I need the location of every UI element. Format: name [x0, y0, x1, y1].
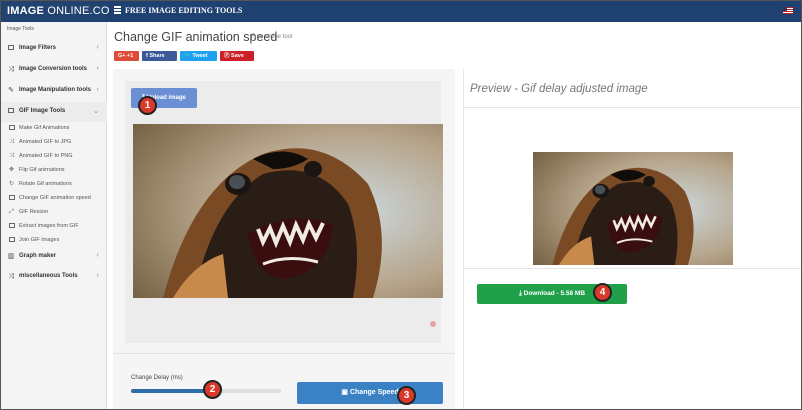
sidebar-subitem-change-speed[interactable]: Change GIF animation speed	[1, 191, 107, 205]
image-icon	[8, 237, 15, 244]
sidebar-item-image-conversion[interactable]: ⤨ Image Conversion tools ‹	[1, 60, 107, 80]
pinterest-label: Save	[231, 53, 244, 59]
upload-panel: ⤒ Upload image	[113, 69, 455, 409]
wrench-icon: ✎	[8, 87, 14, 94]
image-icon	[8, 125, 15, 132]
image-icon	[8, 195, 15, 202]
step-badge-4: 4	[593, 283, 612, 302]
change-speed-button[interactable]: ▣ Change Speed	[297, 382, 443, 404]
sidebar-item-misc-tools[interactable]: ⤨ miscellaneous Tools ‹	[1, 267, 107, 287]
brand-logo[interactable]: IMAGE ONLINE.CO	[1, 1, 110, 22]
tweet-button[interactable]: 🐦 Tweet	[180, 51, 217, 61]
facebook-share-button[interactable]: f Share	[142, 51, 177, 61]
preview-title: Preview - Gif delay adjusted image	[470, 83, 648, 95]
sidebar-item-label: Image Conversion tools	[19, 66, 88, 72]
shuffle-icon: ⤨	[9, 153, 14, 159]
chevron-left-icon: ‹	[96, 65, 99, 72]
tweet-label: Tweet	[192, 53, 208, 59]
pinterest-save-button[interactable]: ⓟ Save	[220, 51, 254, 61]
step-badge-1: 1	[138, 96, 157, 115]
sidebar: Image Tools Image Filters ‹ ⤨ Image Conv…	[1, 22, 107, 409]
download-label: Download - 5.58 MB	[523, 290, 586, 297]
shuffle-icon: ⤨	[8, 273, 14, 280]
divider	[113, 353, 455, 354]
sidebar-subitem-label: Flip Gif animations	[19, 167, 65, 173]
delay-label: Change Delay (ms)	[131, 375, 183, 381]
chevron-left-icon: ‹	[96, 44, 99, 51]
site-tagline: FREE IMAGE EDITING TOOLS	[125, 6, 243, 15]
sidebar-item-label: GIF Image Tools	[19, 108, 66, 114]
resize-icon: ⤢	[9, 209, 14, 215]
sidebar-item-image-filters[interactable]: Image Filters ‹	[1, 39, 107, 59]
chevron-down-icon: ⌄	[93, 108, 99, 115]
sidebar-item-image-manipulation[interactable]: ✎ Image Manipulation tools ‹	[1, 81, 107, 101]
upload-area: ⤒ Upload image	[125, 81, 443, 343]
sidebar-item-label: miscellaneous Tools	[19, 273, 78, 279]
sidebar-item-label: Image Manipulation tools	[19, 87, 92, 93]
sidebar-item-gif-tools[interactable]: GIF Image Tools ⌄	[1, 102, 107, 122]
sidebar-subitem-label: Join GIF Images	[19, 237, 60, 243]
shuffle-icon: ⤨	[9, 139, 14, 145]
sidebar-subitem-label: Animated GIF to PNG	[19, 153, 73, 159]
app-window: IMAGE ONLINE.CO FREE IMAGE EDITING TOOLS…	[0, 0, 802, 410]
chart-icon: ▥	[7, 253, 15, 260]
step-badge-2: 2	[203, 380, 222, 399]
sidebar-heading: Image Tools	[7, 26, 34, 32]
status-dot	[430, 321, 436, 327]
brand-name-rest: ONLINE.CO	[47, 5, 110, 17]
divider	[464, 107, 801, 108]
top-bar: IMAGE ONLINE.CO FREE IMAGE EDITING TOOLS	[1, 1, 801, 22]
step-badge-3: 3	[397, 386, 416, 405]
image-icon	[7, 45, 15, 53]
chevron-left-icon: ‹	[96, 252, 99, 259]
sidebar-subitem-make-gif[interactable]: Make Gif Animations	[1, 121, 107, 135]
sidebar-subitem-label: Change GIF animation speed	[19, 195, 91, 201]
sidebar-subitem-flip-gif[interactable]: ✥ Flip Gif animations	[1, 163, 107, 177]
sidebar-subitem-rotate-gif[interactable]: ↻ Rotate Gif animations	[1, 177, 107, 191]
preview-panel: Preview - Gif delay adjusted image ⤓ Dow…	[463, 69, 801, 409]
sidebar-subitem-label: Make Gif Animations	[19, 125, 70, 131]
us-flag-icon[interactable]	[783, 7, 793, 14]
hamburger-menu-icon[interactable]	[114, 6, 122, 15]
sidebar-subitem-gif-resizer[interactable]: ⤢ GIF Resizer	[1, 205, 107, 219]
sidebar-subitem-label: Rotate Gif animations	[19, 181, 72, 187]
preview-gif-image	[533, 152, 733, 265]
sidebar-subitem-gif-to-jpg[interactable]: ⤨ Animated GIF to JPG	[1, 135, 107, 149]
image-icon	[7, 108, 15, 116]
chevron-left-icon: ‹	[96, 272, 99, 279]
sidebar-item-label: Image Filters	[19, 45, 57, 51]
slider-fill	[131, 389, 214, 393]
sidebar-subitem-label: GIF Resizer	[19, 209, 49, 215]
sidebar-subitem-label: Extract images from GIF	[19, 223, 79, 229]
image-icon	[8, 223, 15, 230]
chevron-left-icon: ‹	[96, 86, 99, 93]
change-speed-label: Change Speed	[349, 389, 399, 396]
rotate-icon: ↻	[8, 181, 15, 187]
sidebar-item-label: Graph maker	[19, 253, 57, 259]
sidebar-subitem-label: Animated GIF to JPG	[19, 139, 72, 145]
google-plus-button[interactable]: G+ +1	[114, 51, 139, 61]
shuffle-icon: ⤨	[8, 66, 14, 73]
divider	[464, 268, 801, 269]
move-icon: ✥	[8, 167, 15, 173]
uploaded-gif-image	[133, 124, 443, 298]
sidebar-subitem-join-gif[interactable]: Join GIF Images	[1, 233, 107, 247]
brand-name-bold: IMAGE	[7, 5, 45, 17]
page-subtitle: Free online tool	[251, 34, 293, 40]
main-content: Change GIF animation speed Free online t…	[107, 22, 801, 409]
sidebar-subitem-gif-to-png[interactable]: ⤨ Animated GIF to PNG	[1, 149, 107, 163]
sidebar-item-graph-maker[interactable]: ▥ Graph maker ‹	[1, 247, 107, 267]
sidebar-subitem-extract-images[interactable]: Extract images from GIF	[1, 219, 107, 233]
